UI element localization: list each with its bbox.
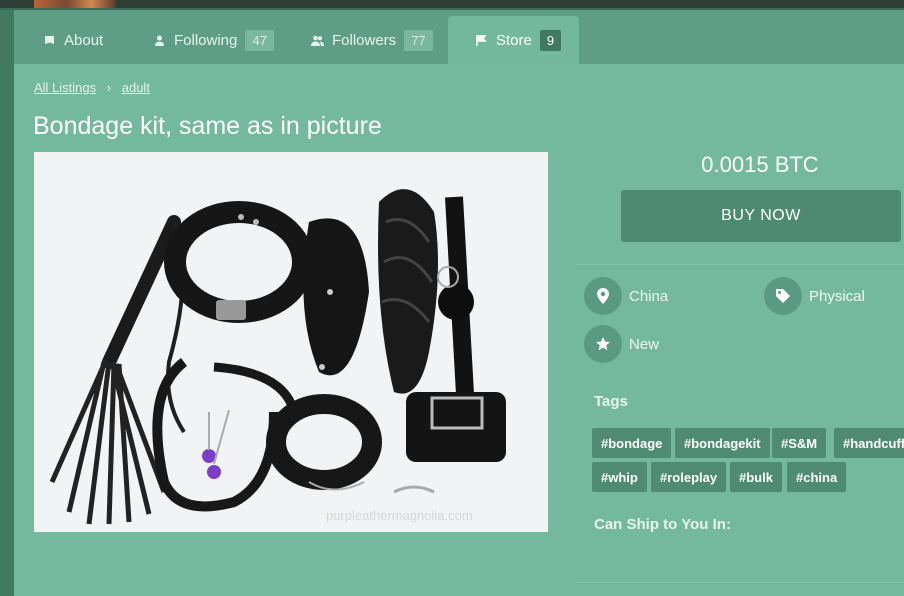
top-banner-strip [0, 0, 904, 10]
condition-text: New [629, 335, 660, 353]
header-image [34, 0, 116, 8]
tab-label: About [64, 31, 104, 49]
photo-watermark: purpleathermagnolia.com [326, 508, 473, 523]
star-icon [584, 325, 622, 363]
breadcrumb-category[interactable]: adult [122, 80, 150, 95]
buy-now-button[interactable]: BUY NOW [621, 190, 901, 242]
condition-info: New [584, 325, 659, 363]
tag-icon [764, 277, 802, 315]
flag-icon [474, 33, 488, 47]
followers-count: 77 [404, 29, 433, 51]
users-icon [310, 33, 324, 47]
breadcrumb-separator: › [106, 80, 112, 95]
location-info: China [584, 277, 668, 315]
listing-price: 0.0015 BTC [701, 152, 819, 177]
tab-about[interactable]: About [42, 16, 103, 64]
tab-bar: About Following 47 Followers 77 Store 9 [14, 10, 904, 64]
tags-heading: Tags [594, 393, 628, 410]
map-pin-icon [584, 277, 622, 315]
tag-chip[interactable]: #S&M [772, 428, 827, 458]
breadcrumb: All Listings › adult [34, 80, 150, 95]
tag-chip[interactable]: #whip [592, 462, 647, 492]
user-icon [152, 33, 166, 47]
listing-title: Bondage kit, same as in picture [33, 112, 382, 140]
divider [576, 582, 904, 583]
tag-chip[interactable]: #handcuff [834, 428, 904, 458]
tag-chip[interactable]: #roleplay [651, 462, 727, 492]
divider [576, 264, 904, 265]
tag-chip[interactable]: #bondage [592, 428, 672, 458]
left-rail [0, 10, 14, 596]
following-count: 47 [245, 29, 274, 51]
listing-photo[interactable]: purpleathermagnolia.com [34, 152, 548, 532]
ship-heading: Can Ship to You In: [594, 516, 731, 533]
breadcrumb-all-listings[interactable]: All Listings [34, 80, 96, 95]
tab-label: Followers [332, 31, 397, 49]
tag-chip[interactable]: #china [787, 462, 847, 492]
tab-label: Store [496, 31, 532, 49]
type-info: Physical [764, 277, 865, 315]
tab-following[interactable]: Following 47 [152, 16, 274, 64]
tab-label: Following [174, 31, 238, 49]
tag-chip[interactable]: #bondagekit [675, 428, 770, 458]
tab-followers[interactable]: Followers 77 [310, 16, 433, 64]
tab-store[interactable]: Store 9 [448, 16, 580, 64]
book-icon [42, 33, 56, 47]
store-count: 9 [539, 29, 562, 51]
type-text: Physical [809, 287, 865, 305]
location-text: China [629, 287, 669, 305]
tag-chip[interactable]: #bulk [730, 462, 782, 492]
